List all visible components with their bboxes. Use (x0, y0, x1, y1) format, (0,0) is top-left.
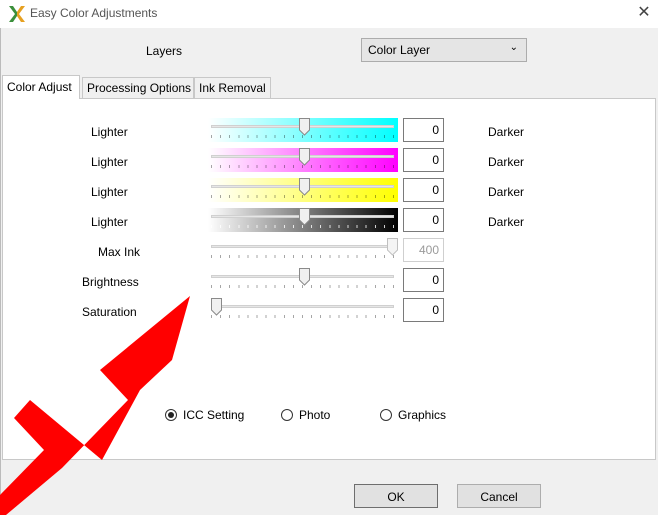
title-bar: Easy Color Adjustments ✕ (0, 0, 658, 28)
slider-groove (211, 305, 394, 308)
slider-ticks (211, 315, 394, 318)
slider-thumb[interactable] (299, 208, 310, 226)
yellow-value-field[interactable]: 0 (403, 178, 444, 202)
cyan-slider[interactable] (208, 118, 398, 142)
magenta-value-field[interactable]: 0 (403, 148, 444, 172)
slider-thumb[interactable] (299, 178, 310, 196)
radio-icc-setting[interactable]: ICC Setting (165, 408, 244, 422)
layers-label: Layers (146, 44, 183, 58)
radio-photo[interactable]: Photo (281, 408, 330, 422)
yellow-slider[interactable] (208, 178, 398, 202)
cyan-right-label: Darker (488, 125, 525, 139)
tab-label: Ink Removal (199, 81, 266, 95)
tab-label: Processing Options (87, 81, 192, 95)
magenta-left-label: Lighter (91, 155, 128, 169)
slider-thumb[interactable] (299, 148, 310, 166)
slider-thumb[interactable] (211, 298, 222, 316)
saturation-left-label: Saturation (82, 305, 137, 319)
window-title: Easy Color Adjustments (30, 6, 158, 20)
slider-groove (211, 245, 394, 248)
cyan-left-label: Lighter (91, 125, 128, 139)
radio-circle-icon (165, 409, 177, 421)
radio-label: Photo (299, 408, 331, 422)
layers-dropdown[interactable]: Color Layer ⌄ (361, 38, 527, 62)
yellow-right-label: Darker (488, 185, 525, 199)
yellow-left-label: Lighter (91, 185, 128, 199)
layers-selected-value: Color Layer (368, 43, 431, 57)
saturation-value-field[interactable]: 0 (403, 298, 444, 322)
radio-circle-icon (281, 409, 293, 421)
tab-ink-removal[interactable]: Ink Removal (194, 77, 271, 98)
chevron-down-icon: ⌄ (509, 42, 518, 53)
black-right-label: Darker (488, 215, 525, 229)
slider-thumb[interactable] (299, 118, 310, 136)
saturation-slider[interactable] (208, 298, 398, 322)
black-left-label: Lighter (91, 215, 128, 229)
slider-ticks (211, 255, 394, 258)
slider-thumb[interactable] (387, 238, 398, 256)
slider-thumb[interactable] (299, 268, 310, 286)
tab-processing-options[interactable]: Processing Options (82, 77, 194, 98)
tab-color-adjust[interactable]: Color Adjust (2, 75, 80, 99)
max-ink-slider (208, 238, 398, 262)
radio-circle-icon (380, 409, 392, 421)
max-ink-left-label: Max Ink (98, 245, 141, 259)
close-icon: ✕ (637, 4, 651, 21)
app-logo-icon (9, 6, 25, 22)
cancel-button[interactable]: Cancel (457, 484, 541, 508)
magenta-slider[interactable] (208, 148, 398, 172)
ok-button[interactable]: OK (354, 484, 438, 508)
radio-graphics[interactable]: Graphics (380, 408, 446, 422)
radio-label: Graphics (398, 408, 447, 422)
black-slider[interactable] (208, 208, 398, 232)
radio-label: ICC Setting (183, 408, 245, 422)
tab-label: Color Adjust (7, 80, 72, 94)
cyan-value-field[interactable]: 0 (403, 118, 444, 142)
magenta-right-label: Darker (488, 155, 525, 169)
brightness-left-label: Brightness (82, 275, 139, 289)
brightness-slider[interactable] (208, 268, 398, 292)
max-ink-value-field: 400 (403, 238, 444, 262)
brightness-value-field[interactable]: 0 (403, 268, 444, 292)
close-button[interactable]: ✕ (630, 2, 658, 26)
black-value-field[interactable]: 0 (403, 208, 444, 232)
